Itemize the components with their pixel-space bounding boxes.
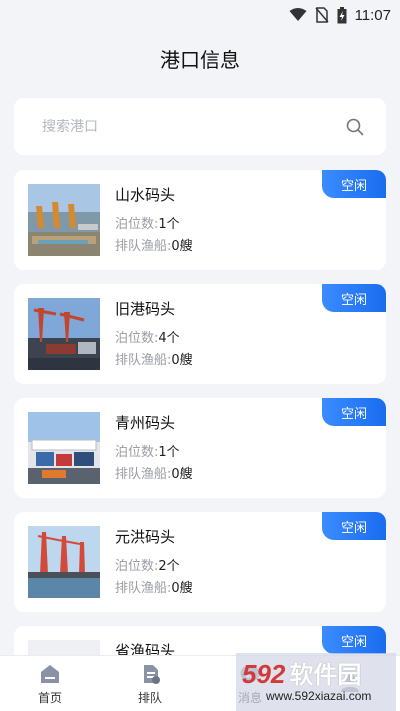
queue-label: 排队渔船:	[115, 353, 172, 368]
search-box[interactable]	[14, 98, 386, 155]
home-icon	[41, 664, 59, 683]
berth-label: 泊位数:	[115, 217, 159, 232]
page-title: 港口信息	[160, 47, 240, 72]
search-input[interactable]	[42, 118, 302, 135]
app-screen: 11:07 港口信息 搜索港口 山水码头 泊位数:1个 排队渔船:0艘 空闲 旧…	[0, 0, 400, 711]
queue-count: 排队渔船:0艘	[115, 577, 193, 596]
queue-label: 排队渔船:	[115, 467, 172, 482]
port-photo	[28, 184, 100, 256]
status-badge: 空闲	[322, 170, 386, 198]
wifi-icon	[289, 8, 307, 21]
watermark-cn: 软件园	[289, 662, 362, 689]
port-name: 青州码头	[115, 414, 176, 432]
berth-count: 泊位数:1个	[115, 441, 180, 460]
berth-count: 泊位数:4个	[115, 327, 180, 346]
berth-label: 泊位数:	[115, 445, 159, 460]
watermark-number: 592	[242, 659, 286, 689]
berth-count: 泊位数:2个	[115, 555, 180, 574]
queue-icon	[144, 664, 160, 684]
berth-label: 泊位数:	[115, 331, 159, 346]
tab-queue[interactable]: 排队	[110, 662, 190, 706]
berth-value: 2个	[158, 559, 180, 574]
status-badge: 空闲	[322, 626, 386, 654]
status-badge: 空闲	[322, 512, 386, 540]
queue-value: 0艘	[171, 467, 193, 482]
port-card[interactable]: 旧港码头 泊位数:4个 排队渔船:0艘 空闲	[14, 284, 386, 384]
tab-home-label: 首页	[37, 690, 62, 705]
status-badge: 空闲	[322, 398, 386, 426]
berth-label: 泊位数:	[115, 559, 159, 574]
queue-count: 排队渔船:0艘	[115, 349, 193, 368]
status-bar: 11:07	[0, 0, 400, 30]
port-name: 山水码头	[115, 186, 176, 204]
port-photo	[28, 526, 100, 598]
berth-value: 1个	[158, 445, 180, 460]
tab-home[interactable]: 首页	[10, 662, 90, 706]
port-list: 山水码头 泊位数:1个 排队渔船:0艘 空闲 旧港码头 泊位数:4个 排队渔船:…	[14, 170, 386, 711]
watermark-url: www.592xiazai.com	[266, 689, 372, 703]
port-name: 旧港码头	[115, 300, 176, 318]
header: 港口信息	[0, 30, 400, 86]
status-time: 11:07	[354, 6, 391, 24]
queue-label: 排队渔船:	[115, 239, 172, 254]
port-photo	[28, 298, 100, 370]
port-card[interactable]: 青州码头 泊位数:1个 排队渔船:0艘 空闲	[14, 398, 386, 498]
berth-value: 1个	[158, 217, 180, 232]
status-badge: 空闲	[322, 284, 386, 312]
watermark-brand: 592 软件园	[242, 655, 361, 690]
port-name: 元洪码头	[115, 528, 176, 546]
queue-value: 0艘	[171, 353, 193, 368]
site-watermark: 592 软件园 www.592xiazai.com	[236, 653, 396, 711]
berth-value: 4个	[158, 331, 180, 346]
queue-label: 排队渔船:	[115, 581, 172, 596]
battery-charging-icon	[337, 6, 347, 23]
queue-value: 0艘	[171, 239, 193, 254]
berth-count: 泊位数:1个	[115, 213, 180, 232]
queue-count: 排队渔船:0艘	[115, 463, 193, 482]
tab-queue-label: 排队	[137, 690, 162, 705]
queue-count: 排队渔船:0艘	[115, 235, 193, 254]
port-card[interactable]: 山水码头 泊位数:1个 排队渔船:0艘 空闲	[14, 170, 386, 270]
search-icon[interactable]	[346, 118, 364, 136]
no-sim-icon	[314, 7, 329, 23]
port-card[interactable]: 元洪码头 泊位数:2个 排队渔船:0艘 空闲	[14, 512, 386, 612]
port-photo	[28, 412, 100, 484]
queue-value: 0艘	[171, 581, 193, 596]
